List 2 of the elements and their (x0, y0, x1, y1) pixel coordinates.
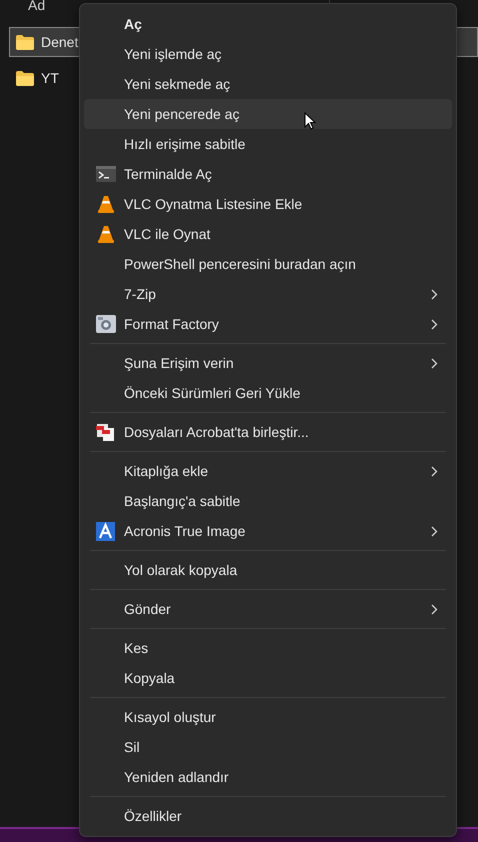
file-name: Denet (41, 32, 78, 52)
file-name: YT (41, 68, 59, 88)
